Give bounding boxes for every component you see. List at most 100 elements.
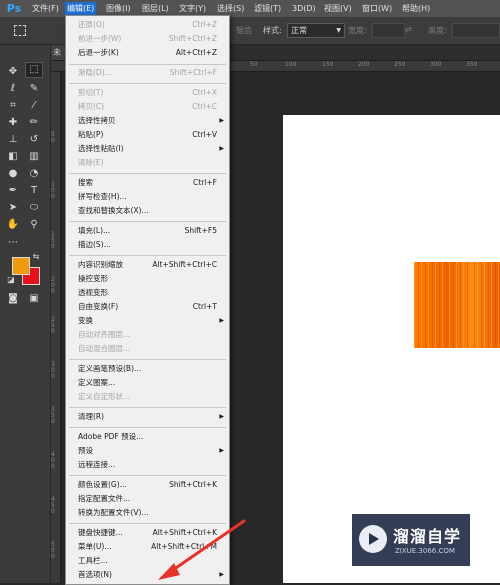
rect-marquee-tool-icon[interactable]: ⬚: [25, 62, 43, 78]
menu-select[interactable]: 选择(S): [215, 2, 246, 15]
height-input[interactable]: [452, 23, 500, 38]
menu-filter[interactable]: 滤镜(T): [252, 2, 283, 15]
move-tool-icon[interactable]: ✥: [5, 65, 21, 79]
menu-separator: [69, 173, 226, 174]
menu-type[interactable]: 文字(Y): [177, 2, 208, 15]
ruler-number: 450: [51, 496, 55, 515]
eyedropper-tool-icon[interactable]: ⁄: [26, 99, 42, 113]
menu-item-find-replace[interactable]: 查找和替换文本(X)...: [66, 204, 229, 218]
menu-item-step-forward[interactable]: 前进一步(W) Shift+Ctrl+Z: [66, 32, 229, 46]
menu-item-remote[interactable]: 远程连接...: [66, 458, 229, 472]
watermark-title: 溜溜自学: [393, 527, 462, 546]
menu-item-stroke[interactable]: 描边(S)...: [66, 238, 229, 252]
menu-item-paste-special[interactable]: 选择性粘贴(I) ▶: [66, 142, 229, 156]
menu-file[interactable]: 文件(F): [30, 2, 61, 15]
menu-item-undo[interactable]: 还原(O) Ctrl+Z: [66, 18, 229, 32]
menu-image[interactable]: 图像(I): [104, 2, 133, 15]
menu-layer[interactable]: 图层(L): [140, 2, 171, 15]
menu-item-puppet-warp[interactable]: 操控变形: [66, 272, 229, 286]
screen-mode-icon[interactable]: ▣: [26, 292, 42, 306]
watermark-logo-icon: [359, 525, 387, 553]
menu-edit[interactable]: 编辑(E): [65, 2, 97, 15]
ellipse-tool-icon[interactable]: ⬭: [26, 201, 42, 215]
menu-item-auto-align[interactable]: 自动对齐图层...: [66, 328, 229, 342]
menu-help[interactable]: 帮助(H): [400, 2, 432, 15]
menu-item-cut[interactable]: 剪切(T) Ctrl+X: [66, 86, 229, 100]
menu-item-copy-special[interactable]: 选择性拷贝 ▶: [66, 114, 229, 128]
lasso-tool-icon[interactable]: ℓ: [5, 82, 21, 96]
swap-icon[interactable]: ⇄: [405, 25, 412, 34]
zoom-tool-icon[interactable]: ⚲: [26, 218, 42, 232]
quick-select-tool-icon[interactable]: ✎: [26, 82, 42, 96]
submenu-arrow-icon: ▶: [219, 117, 224, 124]
menu-item-convert-profile[interactable]: 转换为配置文件(V)...: [66, 506, 229, 520]
menu-item-perspective-warp[interactable]: 透视变形: [66, 286, 229, 300]
menu-3d[interactable]: 3D(D): [290, 2, 318, 15]
quick-mask-icon[interactable]: ◙: [5, 292, 21, 306]
menu-item-paste[interactable]: 粘贴(P) Ctrl+V: [66, 128, 229, 142]
menu-item-spelling[interactable]: 拼写检查(H)...: [66, 190, 229, 204]
submenu-arrow-icon: ▶: [219, 145, 224, 152]
submenu-arrow-icon: ▶: [219, 447, 224, 454]
menu-item-define-brush[interactable]: 定义画笔预设(B)...: [66, 362, 229, 376]
brush-tool-icon[interactable]: ✏: [26, 116, 42, 130]
menu-item-presets[interactable]: 预设 ▶: [66, 444, 229, 458]
blur-tool-icon[interactable]: ●: [5, 167, 21, 181]
more-tools-icon[interactable]: ⋯: [5, 236, 21, 250]
menu-separator: [69, 359, 226, 360]
healing-brush-icon[interactable]: ✚: [5, 116, 21, 130]
submenu-arrow-icon: ▶: [219, 413, 224, 420]
menu-item-copy[interactable]: 拷贝(C) Ctrl+C: [66, 100, 229, 114]
tools-panel: ✥ ⬚ ℓ ✎ ⌗ ⁄ ✚ ✏ ⊥ ↺ ◧ ▥ ● ◔ ✒ T ➤ ⬭ ✋ ⚲ …: [0, 45, 51, 583]
photoshop-logo: Ps: [6, 2, 22, 15]
menu-item-auto-blend[interactable]: 自动混合图层...: [66, 342, 229, 356]
menu-item-keyboard-shortcuts[interactable]: 键盘快捷键... Alt+Shift+Ctrl+K: [66, 526, 229, 540]
wood-texture-layer[interactable]: [414, 262, 500, 348]
eraser-tool-icon[interactable]: ◧: [5, 150, 21, 164]
dodge-tool-icon[interactable]: ◔: [26, 167, 42, 181]
submenu-arrow-icon: ▶: [219, 571, 224, 578]
menu-item-free-transform[interactable]: 自由变换(F) Ctrl+T: [66, 300, 229, 314]
menu-view[interactable]: 视图(V): [322, 2, 354, 15]
type-tool-icon[interactable]: T: [26, 184, 42, 198]
menu-item-clear[interactable]: 清除(E): [66, 156, 229, 170]
menu-separator: [69, 475, 226, 476]
width-input[interactable]: [372, 23, 405, 38]
menu-item-color-settings[interactable]: 颜色设置(G)... Shift+Ctrl+K: [66, 478, 229, 492]
hand-tool-icon[interactable]: ✋: [5, 218, 21, 232]
history-brush-icon[interactable]: ↺: [26, 133, 42, 147]
document-tab[interactable]: 未: [50, 45, 65, 60]
submenu-arrow-icon: ▶: [219, 317, 224, 324]
chevron-down-icon: ▼: [336, 27, 341, 34]
menu-item-content-aware-scale[interactable]: 内容识别缩放 Alt+Shift+Ctrl+C: [66, 258, 229, 272]
menu-item-step-backward[interactable]: 后退一步(K) Alt+Ctrl+Z: [66, 46, 229, 60]
menu-item-menus[interactable]: 菜单(U)... Alt+Shift+Ctrl+M: [66, 540, 229, 554]
style-select[interactable]: 正常 ▼: [287, 23, 345, 38]
menu-separator: [69, 427, 226, 428]
menu-item-fill[interactable]: 填充(L)... Shift+F5: [66, 224, 229, 238]
default-colors-icon[interactable]: ◪: [3, 273, 19, 287]
menu-item-pdf-presets[interactable]: Adobe PDF 预设...: [66, 430, 229, 444]
crop-tool-icon[interactable]: ⌗: [5, 99, 21, 113]
document-canvas[interactable]: [283, 115, 500, 583]
menu-item-toolbar[interactable]: 工具栏...: [66, 554, 229, 568]
edit-menu-dropdown: 还原(O) Ctrl+Z 前进一步(W) Shift+Ctrl+Z 后退一步(K) A…: [65, 15, 230, 585]
marquee-tool-preset-icon[interactable]: [14, 25, 26, 36]
foreground-color-swatch[interactable]: [12, 257, 30, 275]
path-select-icon[interactable]: ➤: [5, 201, 21, 215]
ruler-number: 50: [250, 61, 258, 68]
menu-item-preferences[interactable]: 首选项(N) ▶: [66, 568, 229, 582]
clone-stamp-icon[interactable]: ⊥: [5, 133, 21, 147]
menu-item-assign-profile[interactable]: 指定配置文件...: [66, 492, 229, 506]
menu-item-fade[interactable]: 渐隐(D)... Shift+Ctrl+F: [66, 66, 229, 80]
menu-window[interactable]: 窗口(W): [360, 2, 394, 15]
menu-item-purge[interactable]: 清理(R) ▶: [66, 410, 229, 424]
ruler-number: 150: [51, 231, 55, 250]
pen-tool-icon[interactable]: ✒: [5, 184, 21, 198]
menu-item-define-pattern[interactable]: 定义图案...: [66, 376, 229, 390]
menu-item-search[interactable]: 搜索 Ctrl+F: [66, 176, 229, 190]
gradient-tool-icon[interactable]: ▥: [26, 150, 42, 164]
menu-item-transform[interactable]: 变换 ▶: [66, 314, 229, 328]
menu-item-define-shape[interactable]: 定义自定形状...: [66, 390, 229, 404]
swap-colors-icon[interactable]: ⇆: [28, 250, 44, 264]
